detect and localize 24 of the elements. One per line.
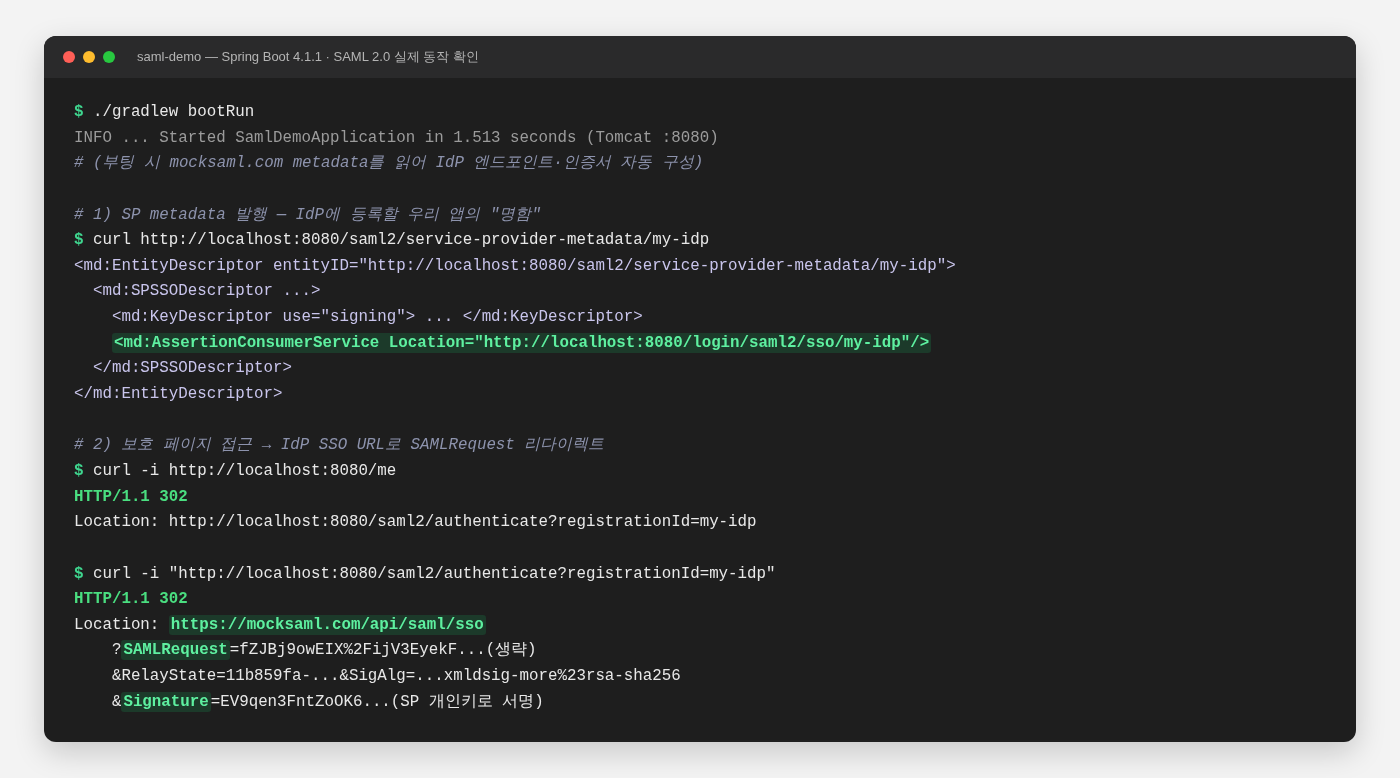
output-line: </md:EntityDescriptor>	[74, 384, 283, 406]
output-line: &RelayState=11b859fa-...&SigAlg=...xmldsig-more%23rsa-sha256	[110, 666, 681, 688]
output-line: # (부팅 시 mocksaml.com metadata를 읽어 IdP 엔드포인트·인증서 자동 구성)	[74, 153, 704, 175]
output-line: <md:SPSSODescriptor ...>	[91, 281, 321, 303]
zoom-button[interactable]	[103, 51, 115, 63]
output-line: HTTP/1.1 302	[74, 589, 188, 611]
minimize-button[interactable]	[83, 51, 95, 63]
output-line: &Signature=EV9qen3FntZoOK6...(SP 개인키로 서명)	[110, 690, 544, 714]
output-line: INFO ... Started SamlDemoApplication in 1.513 seconds (Tomcat :8080)	[74, 127, 719, 149]
output-line: ?SAMLRequest=fZJBj9owEIX%2FijV3EyekF...(생략)	[110, 639, 537, 663]
command-line: $ curl http://localhost:8080/saml2/service-provider-metadata/my-idp	[74, 230, 710, 252]
output-line: HTTP/1.1 302	[74, 486, 188, 508]
window-title: saml-demo — Spring Boot 4.1.1 · SAML 2.0 실제 동작 확인	[137, 48, 479, 66]
command-line: $ curl -i http://localhost:8080/me	[74, 460, 397, 482]
output-line: # 2) 보호 페이지 접근 → IdP SSO URL로 SAMLRequest 리다이렉트	[74, 435, 605, 457]
command-line: $ curl -i "http://localhost:8080/saml2/authenticate?registrationId=my-idp"	[74, 563, 776, 585]
command-line: $ ./gradlew bootRun	[74, 102, 255, 123]
output-line: <md:KeyDescriptor use="signing"> ... </md:KeyDescriptor>	[110, 307, 643, 329]
output-line: <md:EntityDescriptor entityID="http://localhost:8080/saml2/service-provider-metadata/my-idp">	[74, 255, 956, 277]
close-button[interactable]	[63, 51, 75, 63]
output-line: </md:SPSSODescriptor>	[91, 358, 293, 380]
output-line: # 1) SP metadata 발행 — IdP에 등록할 우리 앱의 "명함"	[74, 204, 541, 226]
output-line: Location: http://localhost:8080/saml2/authenticate?registrationId=my-idp	[74, 512, 757, 534]
output-line: Location: https://mocksaml.com/api/saml/sso	[74, 613, 486, 637]
